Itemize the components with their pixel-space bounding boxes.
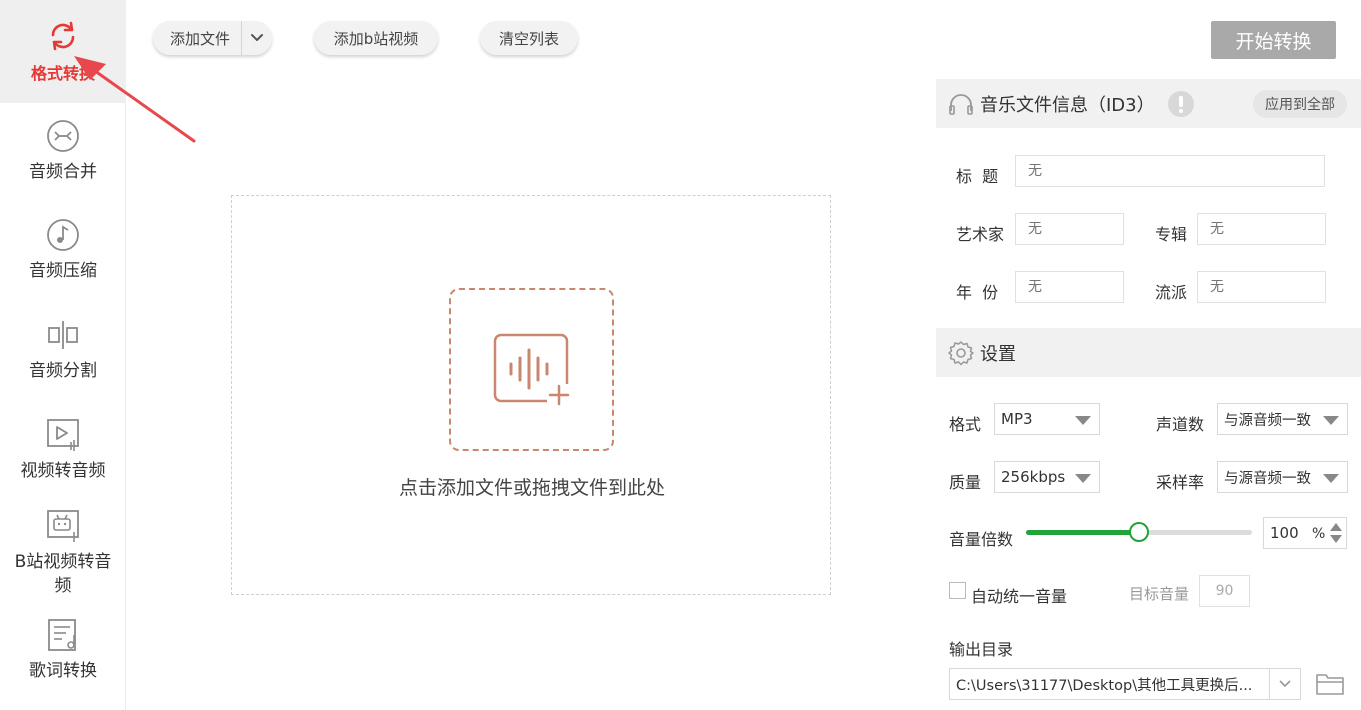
sidebar-item-label: 歌词转换 [29,661,97,681]
title-field[interactable] [1015,155,1325,187]
sidebar-item-video-to-audio[interactable]: 视频转音频 [0,417,126,483]
music-note-icon [45,217,81,253]
volume-slider-thumb[interactable] [1129,522,1149,542]
artist-label: 艺术家 [956,225,1005,244]
stepper-down-icon[interactable] [1330,535,1342,543]
channels-label: 声道数 [1156,415,1205,434]
sidebar-item-lyrics-convert[interactable]: 歌词转换 [0,617,126,683]
chevron-down-icon [1278,679,1292,689]
quality-value: 256kbps [1001,468,1066,486]
sidebar-item-audio-split[interactable]: 音频分割 [0,317,126,383]
output-dir-value: C:\Users\31177\Desktop\其他工具更换后... [956,677,1253,694]
genre-field[interactable] [1197,271,1326,303]
output-dir-field[interactable]: C:\Users\31177\Desktop\其他工具更换后... [949,668,1301,700]
volume-stepper[interactable]: 100 % [1263,517,1347,549]
volume-slider[interactable] [1026,522,1252,542]
target-volume-field[interactable]: 90 [1199,575,1250,607]
headphones-icon [948,91,974,117]
sidebar-item-format-convert[interactable]: 格式转换 [0,0,126,103]
settings-section-header: 设置 [936,328,1361,377]
year-label: 年 份 [956,283,999,302]
sidebar-item-label: 格式转换 [30,64,95,83]
divider [241,21,242,55]
samplerate-select[interactable]: 与源音频一致 [1217,461,1348,493]
merge-icon [45,118,81,154]
split-icon [45,317,81,353]
format-select[interactable]: MP3 [994,403,1100,435]
settings-title: 设置 [980,343,1016,365]
format-label: 格式 [949,415,982,434]
chevron-down-icon [1075,474,1091,483]
folder-icon [1315,671,1345,697]
apply-to-all-button[interactable]: 应用到全部 [1253,90,1347,118]
sidebar-item-label: 音频合并 [29,162,97,182]
sidebar-item-label: 音频分割 [29,361,97,381]
volume-unit: % [1312,526,1326,542]
chevron-down-icon [1075,416,1091,425]
add-file-label: 添加文件 [170,29,231,48]
sidebar-item-label: 视频转音频 [20,461,106,481]
add-audio-area[interactable] [449,288,614,451]
output-dir-dropdown[interactable] [1269,669,1300,699]
auto-volume-label: 自动统一音量 [971,587,1068,606]
quality-label: 质量 [949,473,982,492]
id3-section-header: 音乐文件信息（ID3） 应用到全部 [936,79,1361,128]
chevron-down-icon [1323,474,1339,483]
add-bilibili-video-button[interactable]: 添加b站视频 [314,21,438,55]
output-dir-label: 输出目录 [949,640,1014,659]
sidebar-item-label: 音频压缩 [29,261,97,281]
album-field[interactable] [1197,213,1326,245]
album-label: 专辑 [1155,225,1188,244]
file-drop-zone[interactable]: 点击添加文件或拖拽文件到此处 [231,195,831,595]
bilibili-icon [45,508,81,544]
lyrics-icon [45,617,81,653]
artist-field[interactable] [1015,213,1124,245]
clear-list-button[interactable]: 清空列表 [480,21,578,55]
app-window: 格式转换 音频合并 音频压缩 音频分割 视频转音频 B站视频转音频 歌词转换 添… [0,0,1361,710]
genre-label: 流派 [1155,283,1188,302]
chevron-down-icon [1323,416,1339,425]
quality-select[interactable]: 256kbps [994,461,1100,493]
channels-value: 与源音频一致 [1224,412,1311,429]
format-value: MP3 [1001,410,1033,428]
sidebar-item-label: B站视频转音频 [14,552,112,596]
stepper-up-icon[interactable] [1330,523,1342,531]
open-folder-button[interactable] [1314,668,1346,700]
sidebar-item-audio-compress[interactable]: 音频压缩 [0,217,126,283]
channels-select[interactable]: 与源音频一致 [1217,403,1348,435]
volume-slider-fill [1026,530,1139,535]
samplerate-value: 与源音频一致 [1224,470,1311,487]
id3-title: 音乐文件信息（ID3） [980,94,1155,116]
volume-value: 100 [1270,524,1299,542]
right-panel: 音乐文件信息（ID3） 应用到全部 标 题 艺术家 专辑 年 份 流派 [936,0,1361,710]
volume-label: 音量倍数 [949,530,1014,549]
chevron-down-icon[interactable] [249,31,265,49]
add-audio-icon [493,333,573,406]
sidebar-item-bilibili-to-audio[interactable]: B站视频转音频 [0,508,126,598]
target-volume-label: 目标音量 [1129,585,1190,603]
add-file-button[interactable]: 添加文件 [153,21,272,55]
info-icon[interactable] [1167,90,1195,118]
sidebar-item-audio-merge[interactable]: 音频合并 [0,118,126,184]
samplerate-label: 采样率 [1156,473,1205,492]
gear-icon [948,340,974,366]
refresh-icon [45,18,81,54]
title-label: 标 题 [956,167,999,186]
year-field[interactable] [1015,271,1124,303]
video-to-audio-icon [45,417,81,453]
drop-hint: 点击添加文件或拖拽文件到此处 [398,477,665,499]
sidebar: 格式转换 音频合并 音频压缩 音频分割 视频转音频 B站视频转音频 歌词转换 [0,0,126,710]
auto-volume-checkbox[interactable] [949,582,966,599]
